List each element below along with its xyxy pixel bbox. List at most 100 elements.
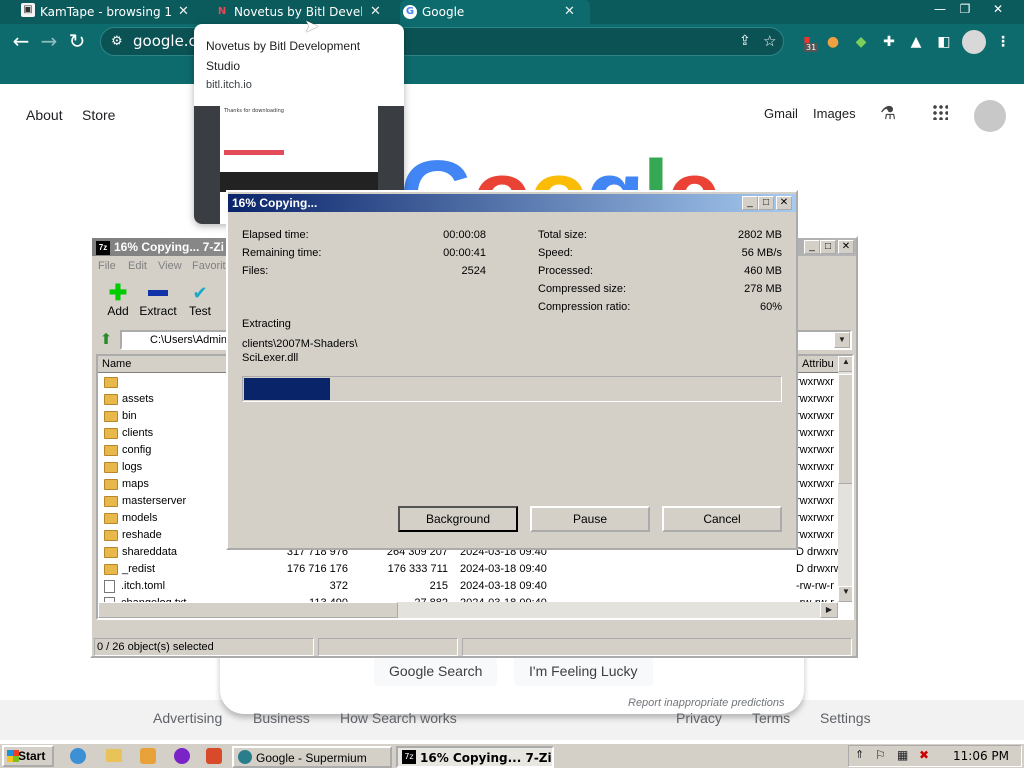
cancel-button[interactable]: Cancel	[662, 506, 782, 532]
table-row[interactable]: .itch.toml 372 215 2024-03-18 09:40 -rw-rw-r	[98, 578, 838, 595]
share-icon[interactable]: ⇪	[739, 28, 751, 55]
preview-button	[224, 150, 284, 155]
modified-date: 2024-03-18 09:40	[460, 580, 547, 592]
feeling-lucky-button[interactable]: I'm Feeling Lucky	[514, 656, 653, 686]
attributes: rwxrwxr	[796, 529, 834, 541]
labs-flask-icon[interactable]: ▲	[907, 33, 925, 51]
menu-kebab-icon[interactable]: ⋮	[994, 33, 1012, 51]
close-tab-icon[interactable]: ✕	[178, 4, 189, 20]
col-name[interactable]: Name	[102, 358, 131, 370]
restore-button[interactable]: ❐	[953, 1, 977, 17]
ie-quicklaunch-icon[interactable]	[70, 748, 86, 764]
explorer-quicklaunch-icon[interactable]	[106, 749, 122, 762]
flag-icon[interactable]: ⚐	[875, 748, 886, 762]
tab-google[interactable]: G Google	[400, 0, 590, 24]
stat-value: 00:00:41	[443, 247, 486, 259]
path-dropdown-icon[interactable]: ▼	[834, 332, 850, 348]
reload-icon[interactable]: ↻	[66, 29, 88, 53]
volume-muted-icon[interactable]: ✖	[919, 748, 929, 762]
labs-icon[interactable]: ⚗	[880, 103, 896, 124]
background-button[interactable]: Background	[398, 506, 518, 532]
start-button[interactable]: Start	[2, 745, 54, 767]
privacy-link[interactable]: Privacy	[676, 710, 722, 726]
clock[interactable]: 11:06 PM	[953, 749, 1009, 763]
close-button[interactable]: ✕	[776, 196, 792, 210]
back-icon[interactable]: ←	[10, 29, 32, 53]
progress-titlebar[interactable]: 16% Copying...	[228, 194, 796, 212]
minimize-button[interactable]: _	[742, 196, 758, 210]
report-predictions-link[interactable]: Report inappropriate predictions	[628, 697, 785, 709]
cube-extension-icon[interactable]: ◆	[852, 33, 870, 51]
stat-label: Elapsed time:	[242, 229, 309, 241]
how-search-works-link[interactable]: How Search works	[340, 710, 457, 726]
gmail-link[interactable]: Gmail	[764, 106, 798, 121]
stat-left-row: Files: 2524	[242, 262, 486, 280]
advertising-link[interactable]: Advertising	[153, 710, 222, 726]
scroll-up-icon[interactable]: ▲	[838, 356, 852, 372]
tab-novetus[interactable]: N Novetus by Bitl Developm	[212, 0, 362, 24]
terms-link[interactable]: Terms	[752, 710, 790, 726]
stat-right-row: Processed: 460 MB	[538, 262, 782, 280]
taskbar-item-7zip[interactable]: 7z 16% Copying... 7-Zip	[396, 746, 554, 768]
stat-value: 2802 MB	[737, 229, 782, 241]
progress-fill	[244, 378, 330, 400]
up-folder-icon[interactable]: ⬆	[96, 330, 116, 350]
horizontal-scrollbar[interactable]: ▶	[98, 602, 838, 618]
taskbar-item-label: Google - Supermium	[256, 751, 367, 765]
menu-view[interactable]: View	[158, 260, 182, 272]
gitlab-quicklaunch-icon[interactable]	[206, 748, 222, 764]
add-button[interactable]: ✚ Add	[100, 282, 136, 319]
apps-grid-icon[interactable]	[932, 104, 948, 120]
stat-label: Total size:	[538, 229, 587, 241]
maximize-button[interactable]: □	[820, 240, 836, 254]
bookmark-star-icon[interactable]: ☆	[763, 28, 776, 55]
site-info-icon[interactable]: ⚙	[111, 28, 123, 55]
close-tab-icon[interactable]: ✕	[564, 4, 575, 20]
vertical-scrollbar[interactable]: ▲ ▼	[838, 356, 852, 602]
images-link[interactable]: Images	[813, 106, 856, 121]
network-icon[interactable]: ▦	[897, 748, 908, 762]
profile-avatar[interactable]	[962, 30, 986, 54]
side-panel-icon[interactable]: ◧	[935, 33, 953, 51]
cookie-extension-icon[interactable]: ●	[824, 33, 842, 51]
scroll-right-icon[interactable]: ▶	[820, 602, 838, 618]
menu-favorites[interactable]: Favorit	[192, 260, 226, 272]
scroll-thumb[interactable]	[838, 374, 852, 484]
tray-expand-icon[interactable]: ⇑	[855, 748, 864, 761]
close-button[interactable]: ✕	[838, 240, 854, 254]
about-link[interactable]: About	[26, 107, 63, 123]
attributes: rwxrwxr	[796, 495, 834, 507]
extract-button[interactable]: Extract	[136, 282, 180, 318]
col-attributes[interactable]: Attribu	[802, 356, 834, 372]
maximize-button[interactable]: □	[758, 196, 774, 210]
close-tab-icon[interactable]: ✕	[370, 4, 381, 20]
stat-right-row: Compressed size: 278 MB	[538, 280, 782, 298]
minimize-button[interactable]: —	[928, 1, 952, 17]
menu-edit[interactable]: Edit	[128, 260, 147, 272]
account-avatar[interactable]	[974, 100, 1006, 132]
folder-icon	[104, 563, 118, 575]
minimize-button[interactable]: _	[804, 240, 820, 254]
status-panel	[462, 638, 852, 656]
google-search-button[interactable]: Google Search	[374, 656, 498, 686]
app-quicklaunch-icon[interactable]	[174, 748, 190, 764]
close-window-button[interactable]: ✕	[986, 1, 1010, 17]
extensions-puzzle-icon[interactable]: ✚	[880, 33, 898, 51]
store-link[interactable]: Store	[82, 107, 115, 123]
scroll-down-icon[interactable]: ▼	[838, 586, 852, 602]
stat-value: 60%	[759, 301, 782, 313]
menu-file[interactable]: File	[98, 260, 116, 272]
test-button[interactable]: ✔ Test	[182, 282, 218, 318]
taskbar-item-google[interactable]: Google - Supermium	[232, 746, 392, 768]
table-row[interactable]: _redist 176 716 176 176 333 711 2024-03-18 …	[98, 561, 851, 578]
tab-kamtape[interactable]: ▣ KamTape - browsing 1	[18, 0, 188, 24]
media-player-icon[interactable]	[140, 748, 156, 764]
tab-title: Novetus by Bitl Developm	[234, 5, 362, 19]
forward-icon[interactable]: →	[38, 29, 60, 53]
pause-button[interactable]: Pause	[530, 506, 650, 532]
settings-link[interactable]: Settings	[820, 710, 871, 726]
business-link[interactable]: Business	[253, 710, 310, 726]
hscroll-thumb[interactable]	[98, 602, 398, 618]
folder-icon	[104, 376, 118, 388]
stat-label: Compression ratio:	[538, 301, 631, 313]
